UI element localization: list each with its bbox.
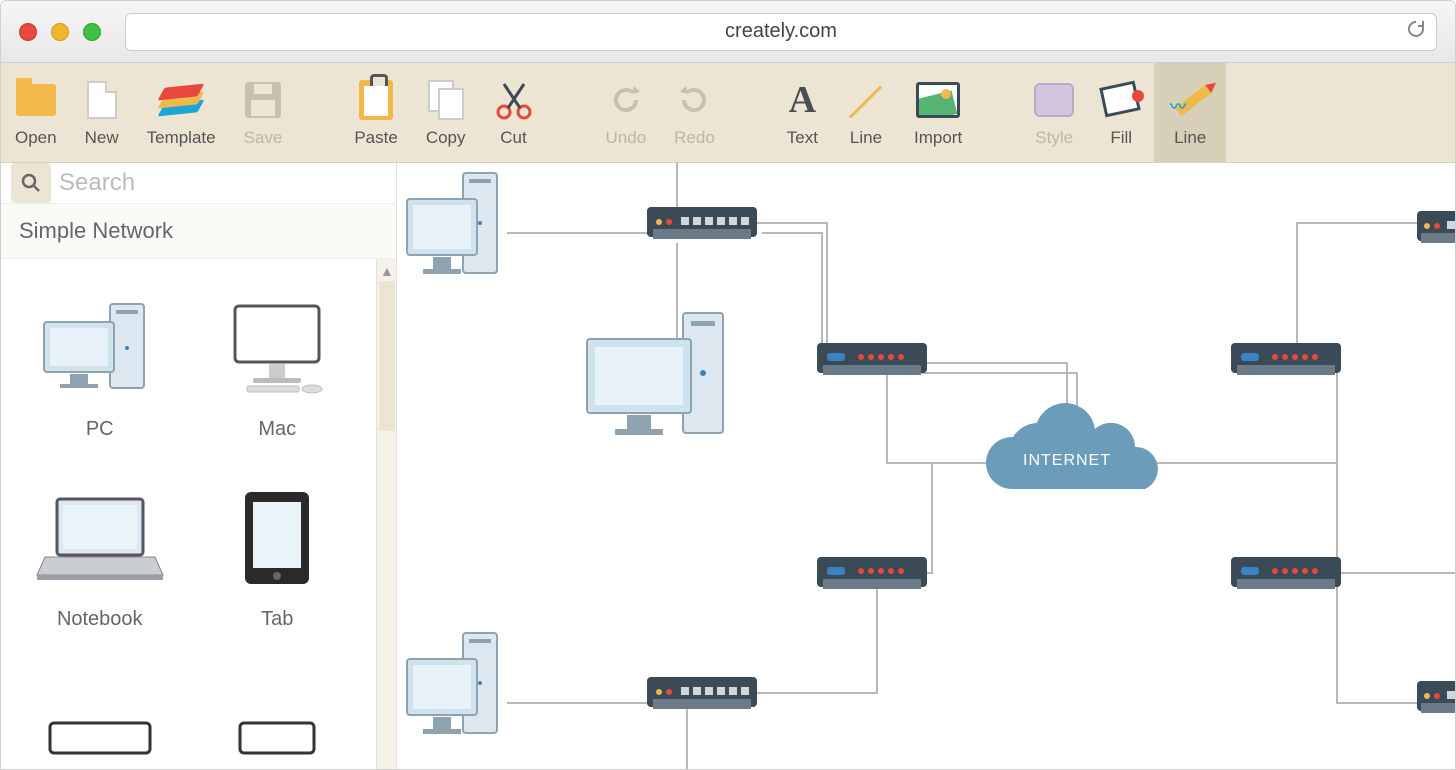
text-icon: A xyxy=(789,78,816,122)
import-button[interactable]: Import xyxy=(900,63,976,162)
canvas-router-2 xyxy=(817,557,927,589)
close-window-button[interactable] xyxy=(19,23,37,41)
paste-button[interactable]: Paste xyxy=(340,63,411,162)
cloud-label: INTERNET xyxy=(1023,452,1111,469)
image-icon xyxy=(916,82,960,118)
line-tool-button[interactable]: Line xyxy=(832,63,900,162)
shape-label: Mac xyxy=(258,418,296,441)
fill-icon xyxy=(1102,84,1140,116)
library-title: Simple Network xyxy=(1,204,396,259)
floppy-icon xyxy=(245,82,281,118)
text-tool-button[interactable]: AText xyxy=(773,63,832,162)
device-icon xyxy=(40,679,160,770)
new-button[interactable]: New xyxy=(71,63,133,162)
scroll-up-icon[interactable]: ▲ xyxy=(380,263,394,279)
style-icon xyxy=(1034,83,1074,117)
shape-label: Tab xyxy=(261,608,293,631)
canvas-pc-3 xyxy=(407,633,497,734)
shape-pc[interactable]: PC xyxy=(11,269,189,459)
canvas-pc-2 xyxy=(587,313,723,435)
shape-extra-1[interactable] xyxy=(11,649,189,770)
scrollbar-thumb[interactable] xyxy=(379,281,395,431)
main-toolbar: Open New Template Save Paste Copy Cut Un… xyxy=(1,63,1455,163)
browser-titlebar: creately.com xyxy=(1,1,1455,63)
shape-label: Notebook xyxy=(57,608,143,631)
reload-icon[interactable] xyxy=(1406,19,1426,45)
redo-button[interactable]: Redo xyxy=(660,63,729,162)
shape-label: PC xyxy=(86,418,114,441)
template-button[interactable]: Template xyxy=(133,63,230,162)
canvas-switch-1 xyxy=(647,207,757,239)
canvas-router-4 xyxy=(1231,557,1341,589)
cut-button[interactable]: Cut xyxy=(480,63,548,162)
tablet-icon xyxy=(237,478,317,598)
notebook-icon xyxy=(35,478,165,598)
canvas-switch-4 xyxy=(1417,681,1455,713)
copy-button[interactable]: Copy xyxy=(412,63,480,162)
shape-library-sidebar: Simple Network PC Mac Notebook xyxy=(1,163,397,769)
traffic-lights xyxy=(19,23,101,41)
open-button[interactable]: Open xyxy=(1,63,71,162)
clipboard-icon xyxy=(359,80,393,120)
address-bar[interactable]: creately.com xyxy=(125,13,1437,51)
shape-tab[interactable]: Tab xyxy=(189,459,367,649)
style-button[interactable]: Style xyxy=(1020,63,1088,162)
line-style-button[interactable]: 〰Line xyxy=(1154,63,1226,162)
maximize-window-button[interactable] xyxy=(83,23,101,41)
redo-icon xyxy=(674,78,714,122)
url-text: creately.com xyxy=(725,20,837,43)
shape-extra-2[interactable] xyxy=(189,649,367,770)
save-button[interactable]: Save xyxy=(230,63,297,162)
canvas-switch-3 xyxy=(1417,211,1455,243)
shape-notebook[interactable]: Notebook xyxy=(11,459,189,649)
line-icon xyxy=(846,80,886,120)
canvas-router-3 xyxy=(1231,343,1341,375)
pencil-icon: 〰 xyxy=(1168,81,1212,119)
pc-icon xyxy=(40,288,160,408)
canvas-switch-2 xyxy=(647,677,757,709)
fill-button[interactable]: Fill xyxy=(1088,63,1154,162)
search-input[interactable] xyxy=(59,169,386,197)
shape-mac[interactable]: Mac xyxy=(189,269,367,459)
mac-icon xyxy=(217,288,337,408)
page-icon xyxy=(87,81,117,119)
undo-icon xyxy=(606,78,646,122)
stack-icon xyxy=(161,82,201,118)
folder-icon xyxy=(16,84,56,116)
canvas-cloud-internet: INTERNET xyxy=(986,403,1158,489)
undo-button[interactable]: Undo xyxy=(592,63,661,162)
canvas-pc-1 xyxy=(407,173,497,274)
device-icon xyxy=(232,679,322,770)
diagram-canvas[interactable]: INTERNET xyxy=(397,163,1455,769)
scissors-icon xyxy=(494,78,534,122)
minimize-window-button[interactable] xyxy=(51,23,69,41)
search-icon[interactable] xyxy=(11,163,51,203)
palette-scrollbar[interactable]: ▲ xyxy=(376,259,396,770)
canvas-router-1 xyxy=(817,343,927,375)
copy-icon xyxy=(428,80,464,120)
